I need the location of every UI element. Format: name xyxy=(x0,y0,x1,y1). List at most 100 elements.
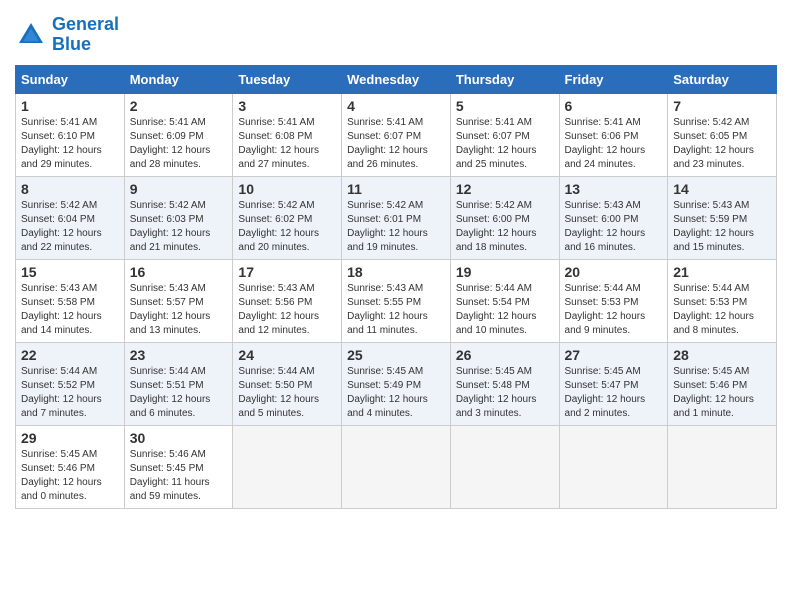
day-number: 2 xyxy=(130,98,228,114)
calendar-week-3: 15 Sunrise: 5:43 AM Sunset: 5:58 PM Dayli… xyxy=(16,259,777,342)
day-cell-29: 29 Sunrise: 5:45 AM Sunset: 5:46 PM Dayli… xyxy=(16,425,125,508)
day-info: Sunrise: 5:42 AM Sunset: 6:03 PM Dayligh… xyxy=(130,199,228,255)
day-number: 5 xyxy=(456,98,554,114)
day-cell-24: 24 Sunrise: 5:44 AM Sunset: 5:50 PM Dayli… xyxy=(233,342,342,425)
logo: General Blue xyxy=(15,15,119,55)
day-cell-14: 14Sunrise: 5:43 AM Sunset: 5:59 PM Dayli… xyxy=(668,176,777,259)
empty-cell xyxy=(668,425,777,508)
day-number: 26 xyxy=(456,347,554,363)
day-number: 29 xyxy=(21,430,119,446)
column-header-saturday: Saturday xyxy=(668,65,777,93)
day-number: 13 xyxy=(565,181,663,197)
column-header-thursday: Thursday xyxy=(450,65,559,93)
day-number: 14 xyxy=(673,181,771,197)
day-info: Sunrise: 5:41 AM Sunset: 6:08 PM Dayligh… xyxy=(238,116,336,172)
day-cell-9: 9 Sunrise: 5:42 AM Sunset: 6:03 PM Daylig… xyxy=(124,176,233,259)
day-cell-2: 2 Sunrise: 5:41 AM Sunset: 6:09 PM Daylig… xyxy=(124,93,233,176)
calendar-week-5: 29 Sunrise: 5:45 AM Sunset: 5:46 PM Dayli… xyxy=(16,425,777,508)
day-cell-13: 13 Sunrise: 5:43 AM Sunset: 6:00 PM Dayli… xyxy=(559,176,668,259)
day-info: Sunrise: 5:44 AM Sunset: 5:53 PM Dayligh… xyxy=(565,282,663,338)
day-info: Sunrise: 5:43 AM Sunset: 5:56 PM Dayligh… xyxy=(238,282,336,338)
day-cell-18: 18Sunrise: 5:43 AM Sunset: 5:55 PM Dayli… xyxy=(342,259,451,342)
day-info: Sunrise: 5:44 AM Sunset: 5:50 PM Dayligh… xyxy=(238,365,336,421)
day-number: 24 xyxy=(238,347,336,363)
day-number: 30 xyxy=(130,430,228,446)
day-info: Sunrise: 5:45 AM Sunset: 5:49 PM Dayligh… xyxy=(347,365,445,421)
day-cell-7: 7Sunrise: 5:42 AM Sunset: 6:05 PM Daylig… xyxy=(668,93,777,176)
day-number: 10 xyxy=(238,181,336,197)
day-cell-28: 28Sunrise: 5:45 AM Sunset: 5:46 PM Dayli… xyxy=(668,342,777,425)
day-cell-16: 16 Sunrise: 5:43 AM Sunset: 5:57 PM Dayli… xyxy=(124,259,233,342)
calendar-table: SundayMondayTuesdayWednesdayThursdayFrid… xyxy=(15,65,777,509)
day-info: Sunrise: 5:41 AM Sunset: 6:07 PM Dayligh… xyxy=(347,116,445,172)
logo-text: General Blue xyxy=(52,15,119,55)
day-cell-4: 4 Sunrise: 5:41 AM Sunset: 6:07 PM Daylig… xyxy=(342,93,451,176)
column-header-wednesday: Wednesday xyxy=(342,65,451,93)
day-info: Sunrise: 5:42 AM Sunset: 6:02 PM Dayligh… xyxy=(238,199,336,255)
day-number: 4 xyxy=(347,98,445,114)
page-header: General Blue xyxy=(15,15,777,55)
day-number: 17 xyxy=(238,264,336,280)
day-info: Sunrise: 5:42 AM Sunset: 6:01 PM Dayligh… xyxy=(347,199,445,255)
calendar-week-4: 22 Sunrise: 5:44 AM Sunset: 5:52 PM Dayli… xyxy=(16,342,777,425)
column-header-friday: Friday xyxy=(559,65,668,93)
day-cell-8: 8Sunrise: 5:42 AM Sunset: 6:04 PM Daylig… xyxy=(16,176,125,259)
empty-cell xyxy=(342,425,451,508)
day-info: Sunrise: 5:45 AM Sunset: 5:46 PM Dayligh… xyxy=(673,365,771,421)
day-number: 22 xyxy=(21,347,119,363)
day-cell-23: 23 Sunrise: 5:44 AM Sunset: 5:51 PM Dayli… xyxy=(124,342,233,425)
day-number: 12 xyxy=(456,181,554,197)
day-cell-10: 10 Sunrise: 5:42 AM Sunset: 6:02 PM Dayli… xyxy=(233,176,342,259)
day-cell-15: 15 Sunrise: 5:43 AM Sunset: 5:58 PM Dayli… xyxy=(16,259,125,342)
day-info: Sunrise: 5:41 AM Sunset: 6:06 PM Dayligh… xyxy=(565,116,663,172)
day-info: Sunrise: 5:42 AM Sunset: 6:00 PM Dayligh… xyxy=(456,199,554,255)
day-number: 25 xyxy=(347,347,445,363)
calendar-week-2: 8Sunrise: 5:42 AM Sunset: 6:04 PM Daylig… xyxy=(16,176,777,259)
day-cell-6: 6 Sunrise: 5:41 AM Sunset: 6:06 PM Daylig… xyxy=(559,93,668,176)
day-cell-1: 1 Sunrise: 5:41 AM Sunset: 6:10 PM Daylig… xyxy=(16,93,125,176)
day-number: 27 xyxy=(565,347,663,363)
day-cell-3: 3 Sunrise: 5:41 AM Sunset: 6:08 PM Daylig… xyxy=(233,93,342,176)
calendar-week-1: 1 Sunrise: 5:41 AM Sunset: 6:10 PM Daylig… xyxy=(16,93,777,176)
day-info: Sunrise: 5:44 AM Sunset: 5:52 PM Dayligh… xyxy=(21,365,119,421)
day-info: Sunrise: 5:45 AM Sunset: 5:46 PM Dayligh… xyxy=(21,448,119,504)
day-info: Sunrise: 5:45 AM Sunset: 5:47 PM Dayligh… xyxy=(565,365,663,421)
day-number: 15 xyxy=(21,264,119,280)
day-info: Sunrise: 5:43 AM Sunset: 5:57 PM Dayligh… xyxy=(130,282,228,338)
empty-cell xyxy=(450,425,559,508)
day-number: 1 xyxy=(21,98,119,114)
day-number: 9 xyxy=(130,181,228,197)
calendar-header: SundayMondayTuesdayWednesdayThursdayFrid… xyxy=(16,65,777,93)
day-cell-26: 26 Sunrise: 5:45 AM Sunset: 5:48 PM Dayli… xyxy=(450,342,559,425)
day-info: Sunrise: 5:42 AM Sunset: 6:04 PM Dayligh… xyxy=(21,199,119,255)
day-number: 19 xyxy=(456,264,554,280)
day-info: Sunrise: 5:44 AM Sunset: 5:51 PM Dayligh… xyxy=(130,365,228,421)
day-cell-21: 21Sunrise: 5:44 AM Sunset: 5:53 PM Dayli… xyxy=(668,259,777,342)
day-info: Sunrise: 5:41 AM Sunset: 6:07 PM Dayligh… xyxy=(456,116,554,172)
day-number: 21 xyxy=(673,264,771,280)
day-cell-17: 17 Sunrise: 5:43 AM Sunset: 5:56 PM Dayli… xyxy=(233,259,342,342)
column-header-monday: Monday xyxy=(124,65,233,93)
day-info: Sunrise: 5:43 AM Sunset: 6:00 PM Dayligh… xyxy=(565,199,663,255)
empty-cell xyxy=(233,425,342,508)
logo-icon xyxy=(15,19,47,51)
column-header-tuesday: Tuesday xyxy=(233,65,342,93)
day-info: Sunrise: 5:43 AM Sunset: 5:58 PM Dayligh… xyxy=(21,282,119,338)
day-info: Sunrise: 5:44 AM Sunset: 5:54 PM Dayligh… xyxy=(456,282,554,338)
day-info: Sunrise: 5:41 AM Sunset: 6:09 PM Dayligh… xyxy=(130,116,228,172)
column-header-sunday: Sunday xyxy=(16,65,125,93)
day-number: 20 xyxy=(565,264,663,280)
day-cell-27: 27 Sunrise: 5:45 AM Sunset: 5:47 PM Dayli… xyxy=(559,342,668,425)
day-number: 18 xyxy=(347,264,445,280)
day-info: Sunrise: 5:46 AM Sunset: 5:45 PM Dayligh… xyxy=(130,448,228,504)
day-info: Sunrise: 5:41 AM Sunset: 6:10 PM Dayligh… xyxy=(21,116,119,172)
day-number: 6 xyxy=(565,98,663,114)
day-number: 3 xyxy=(238,98,336,114)
day-cell-19: 19 Sunrise: 5:44 AM Sunset: 5:54 PM Dayli… xyxy=(450,259,559,342)
day-number: 23 xyxy=(130,347,228,363)
day-info: Sunrise: 5:45 AM Sunset: 5:48 PM Dayligh… xyxy=(456,365,554,421)
day-cell-25: 25 Sunrise: 5:45 AM Sunset: 5:49 PM Dayli… xyxy=(342,342,451,425)
day-cell-30: 30 Sunrise: 5:46 AM Sunset: 5:45 PM Dayli… xyxy=(124,425,233,508)
day-number: 11 xyxy=(347,181,445,197)
day-number: 16 xyxy=(130,264,228,280)
